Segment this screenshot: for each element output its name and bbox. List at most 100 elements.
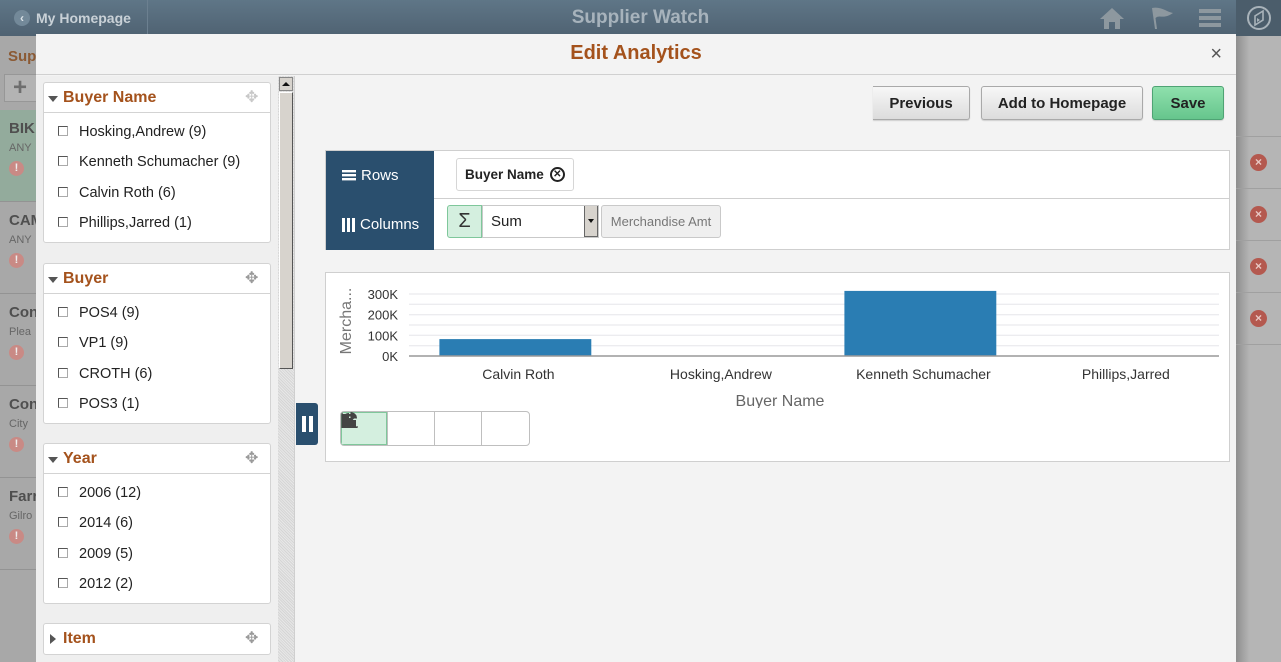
- warning-icon: !: [9, 161, 24, 176]
- facet-item: Item ✥: [43, 623, 271, 655]
- facet-option-label: CROTH (6): [79, 365, 153, 382]
- previous-button[interactable]: Previous: [873, 86, 970, 120]
- facet-header[interactable]: Buyer ✥: [44, 264, 270, 294]
- pivot-divider: [434, 198, 1229, 199]
- card-title: Farr: [9, 488, 36, 505]
- move-icon[interactable]: ✥: [245, 631, 261, 647]
- background-delete-row: ×: [1236, 136, 1281, 188]
- expand-caret-icon[interactable]: [50, 634, 56, 644]
- home-icon[interactable]: [1099, 6, 1125, 30]
- collapse-caret-icon[interactable]: [48, 95, 58, 102]
- facet-option-label: 2006 (12): [79, 485, 142, 502]
- facet-buyer: Buyer ✥ POS4 (9) VP1 (9) CROTH (6) POS3 …: [43, 263, 271, 425]
- remove-field-icon[interactable]: ✕: [549, 167, 565, 182]
- facet-option[interactable]: Calvin Roth (6): [58, 178, 270, 208]
- close-icon[interactable]: ×: [1210, 43, 1222, 66]
- analytics-main-area: Previous Add to Homepage Save Rows Colum…: [296, 76, 1236, 662]
- facet-option-label: Phillips,Jarred (1): [79, 215, 192, 232]
- facet-header[interactable]: Year ✥: [44, 444, 270, 474]
- checkbox[interactable]: [58, 126, 68, 137]
- facet-option[interactable]: 2009 (5): [58, 539, 270, 569]
- facet-option-label: Hosking,Andrew (9): [79, 124, 207, 141]
- collapse-caret-icon[interactable]: [48, 456, 58, 463]
- checkbox[interactable]: [58, 307, 68, 318]
- rows-label-text: Rows: [361, 166, 399, 184]
- facet-buyer-name: Buyer Name ✥ Hosking,Andrew (9) Kenneth …: [43, 82, 271, 244]
- card-subtitle: Gilro: [9, 510, 33, 522]
- edit-analytics-modal: Edit Analytics × Buyer Name ✥ Hosking,An…: [36, 34, 1236, 662]
- background-section-title: Sup: [8, 48, 36, 65]
- facet-option[interactable]: VP1 (9): [58, 328, 270, 358]
- panel-splitter-handle[interactable]: [296, 403, 318, 445]
- y-axis-title: Mercha...: [338, 288, 355, 355]
- facet-header[interactable]: Item ✥: [44, 624, 270, 654]
- rows-icon: [342, 169, 356, 181]
- card-title: Con: [9, 396, 36, 413]
- scrollbar-thumb[interactable]: [279, 92, 293, 369]
- x-tick-label: Phillips,Jarred: [1082, 366, 1170, 382]
- flag-icon[interactable]: [1149, 6, 1175, 30]
- card-subtitle: ANY: [9, 234, 32, 246]
- background-row-divider: [1236, 344, 1281, 348]
- delete-icon: ×: [1250, 206, 1267, 223]
- columns-icon: [342, 217, 355, 232]
- checkbox[interactable]: [58, 217, 68, 228]
- dropdown-arrow-icon[interactable]: [584, 206, 598, 237]
- facet-option[interactable]: Hosking,Andrew (9): [58, 117, 270, 147]
- y-tick-label: 300K: [368, 287, 399, 302]
- facet-option[interactable]: 2014 (6): [58, 508, 270, 538]
- checkbox[interactable]: [58, 367, 68, 378]
- warning-icon: !: [9, 253, 24, 268]
- checkbox[interactable]: [58, 337, 68, 348]
- delete-icon: ×: [1250, 258, 1267, 275]
- checkbox[interactable]: [58, 517, 68, 528]
- warning-icon: !: [9, 345, 24, 360]
- collapse-caret-icon[interactable]: [48, 276, 58, 283]
- facet-title: Buyer: [63, 269, 109, 287]
- bar-chart: 0K 100K 200K 300K Calvin Roth Hosking,Andrew K…: [338, 287, 1219, 408]
- aggregate-select[interactable]: Sum: [482, 205, 599, 238]
- menu-icon[interactable]: [1198, 6, 1224, 30]
- background-page-list: Sup + BIK ANY ! CAM ANY ! Con Plea ! Con…: [0, 36, 36, 662]
- facet-panel-scrollbar[interactable]: [278, 76, 295, 662]
- move-icon[interactable]: ✥: [245, 451, 261, 467]
- checkbox[interactable]: [58, 398, 68, 409]
- background-delete-row: ×: [1236, 240, 1281, 292]
- checkbox[interactable]: [58, 578, 68, 589]
- save-button[interactable]: Save: [1152, 86, 1224, 120]
- pie-chart-type-button[interactable]: [342, 412, 482, 445]
- y-tick-label: 100K: [368, 328, 399, 343]
- measure-field-chip[interactable]: Merchandise Amt: [601, 205, 721, 238]
- add-to-homepage-button[interactable]: Add to Homepage: [981, 86, 1143, 120]
- move-icon[interactable]: ✥: [245, 90, 261, 106]
- card-title: BIK: [9, 120, 35, 137]
- checkbox[interactable]: [58, 186, 68, 197]
- scroll-up-arrow-icon[interactable]: [279, 77, 293, 91]
- horizontal-bar-chart-type-button[interactable]: [341, 412, 529, 445]
- facet-option[interactable]: 2006 (12): [58, 478, 270, 508]
- checkbox[interactable]: [58, 156, 68, 167]
- facet-filter-panel: Buyer Name ✥ Hosking,Andrew (9) Kenneth …: [36, 76, 278, 662]
- facet-option[interactable]: POS4 (9): [58, 298, 270, 328]
- bar: [439, 339, 592, 356]
- facet-option[interactable]: 2012 (2): [58, 569, 270, 599]
- facet-option[interactable]: Phillips,Jarred (1): [58, 208, 270, 238]
- modal-header: Edit Analytics ×: [36, 34, 1236, 75]
- checkbox[interactable]: [58, 547, 68, 558]
- facet-header[interactable]: Buyer Name ✥: [44, 83, 270, 113]
- facet-option-label: 2009 (5): [79, 545, 134, 562]
- aggregate-sigma-button[interactable]: Σ: [447, 205, 482, 238]
- checkbox[interactable]: [58, 487, 68, 498]
- facet-option[interactable]: POS3 (1): [58, 389, 270, 419]
- line-chart-type-button[interactable]: [341, 412, 435, 445]
- facet-option[interactable]: Kenneth Schumacher (9): [58, 147, 270, 177]
- delete-icon: ×: [1250, 154, 1267, 171]
- move-icon[interactable]: ✥: [245, 271, 261, 287]
- row-field-chip[interactable]: Buyer Name ✕: [456, 158, 574, 191]
- background-delete-row: ×: [1236, 292, 1281, 344]
- background-card: BIK ANY !: [0, 110, 36, 202]
- warning-icon: !: [9, 437, 24, 452]
- facet-option[interactable]: CROTH (6): [58, 359, 270, 389]
- horizontal-bar-chart-icon: [341, 412, 357, 428]
- navbar-button[interactable]: [1236, 0, 1281, 36]
